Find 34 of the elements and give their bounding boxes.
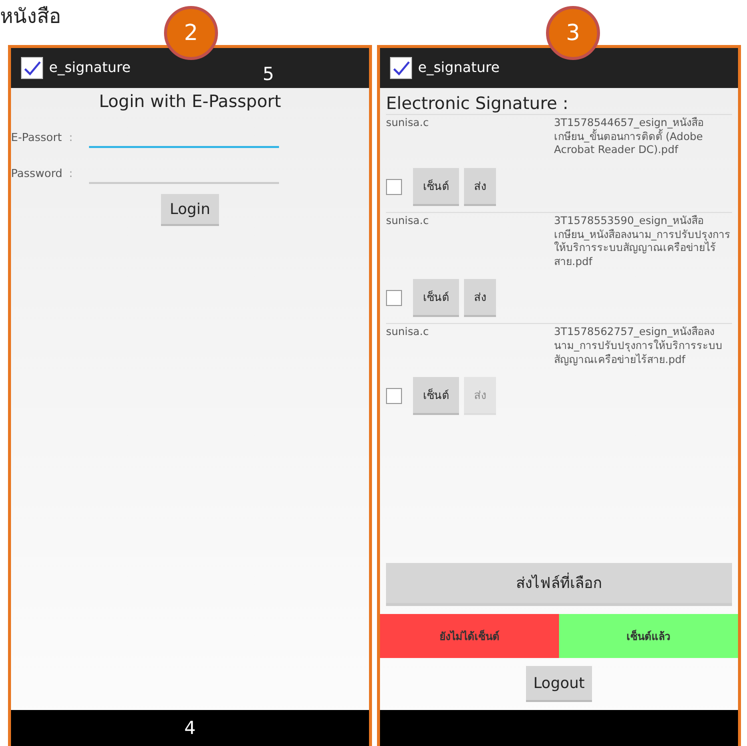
app-title: e_signature — [49, 60, 131, 76]
file-name: 3T1578553590_esign_หนังสือเกษียน_หนังสือลงนาม_การปรับปรุงการให้บริการระบบสัญญาณเครือข่ายไร้สาย.pdf — [554, 214, 732, 270]
send-button[interactable]: ส่ง — [464, 168, 496, 206]
login-button[interactable]: Login — [160, 194, 220, 226]
step-badge: 2 — [164, 6, 218, 60]
caption-text: หนังสือ — [0, 4, 61, 28]
file-name: 3T1578562757_esign_หนังสือลงนาม_การปรับปรุงการให้บริการระบบสัญญาณเครือข่ายไร้สาย.pdf — [554, 326, 724, 368]
check-icon — [21, 57, 43, 79]
send-button[interactable]: ส่ง — [464, 279, 496, 318]
status-legend: ยังไม่ได้เซ็นต์ — [380, 614, 559, 658]
user-name: sunisa.c — [386, 117, 429, 131]
user-name: sunisa.c — [386, 214, 429, 229]
checkbox[interactable] — [386, 178, 402, 195]
annotation-number: 5 — [262, 64, 274, 84]
login-heading: Login with E-Passport — [98, 92, 282, 112]
check-icon — [390, 57, 412, 79]
file-name: 3T1578544657_esign_หนังสือเกษียน_ขั้นตอนการติดตั้ (Adobe Acrobat Reader DC).pdf — [554, 117, 705, 158]
field-separator: : — [69, 131, 74, 146]
sign-button[interactable]: เซ็นต์ — [413, 279, 459, 318]
field-label: Password — [11, 167, 64, 182]
list-heading: Electronic Signature : — [385, 93, 570, 114]
field-label: E-Passort — [11, 131, 63, 146]
field-separator: : — [69, 167, 74, 182]
checkbox[interactable] — [386, 290, 402, 306]
step-badge: 3 — [546, 6, 600, 60]
logout-button[interactable]: Logout — [526, 666, 592, 702]
annotation-number: 4 — [184, 718, 196, 738]
user-name: sunisa.c — [386, 326, 429, 340]
app-title: e_signature — [418, 60, 500, 76]
sign-button[interactable]: เซ็นต์ — [413, 377, 459, 416]
status-legend: เซ็นต์แล้ว — [559, 614, 738, 658]
sign-button[interactable]: เซ็นต์ — [413, 168, 459, 206]
checkbox[interactable] — [386, 388, 402, 404]
send-selected-button[interactable]: ส่งไฟล์ที่เลือก — [386, 563, 732, 606]
